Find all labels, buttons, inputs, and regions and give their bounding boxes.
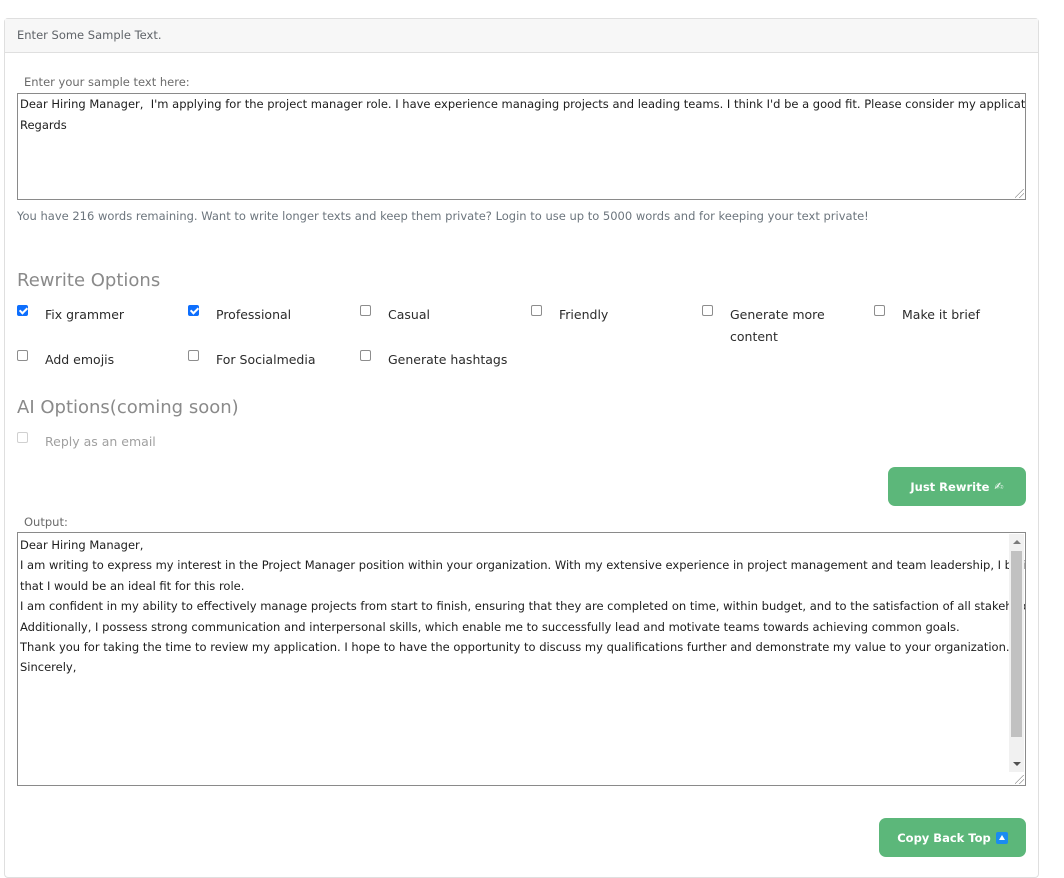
output-line: Additionally, I possess strong communica… [20,619,960,634]
checkbox-icon[interactable] [360,305,371,316]
option-label: Casual [388,307,430,322]
option-label: Friendly [559,307,609,322]
checkbox-icon[interactable] [188,350,199,361]
output-line: Sincerely, [20,660,77,675]
checkbox-disabled-icon [17,432,28,443]
option-add-emojis[interactable]: Add emojis [17,349,114,371]
copy-back-top-button[interactable]: Copy Back Top [879,818,1026,857]
option-for-socialmedia[interactable]: For Socialmedia [188,349,316,371]
checkbox-checked-icon[interactable] [17,305,28,316]
checkbox-checked-icon[interactable] [188,305,199,316]
checkbox-icon[interactable] [874,305,885,316]
output-scrollbar[interactable] [1009,534,1024,772]
checkbox-icon[interactable] [17,350,28,361]
option-make-it-brief[interactable]: Make it brief [874,304,980,326]
output-textarea[interactable]: Dear Hiring Manager, I am writing to exp… [17,532,1026,786]
words-remaining-text: You have 216 words remaining. Want to wr… [17,209,869,223]
option-professional[interactable]: Professional [188,304,291,326]
checkbox-icon[interactable] [360,350,371,361]
option-label: Professional [216,307,292,322]
option-label: For Socialmedia [216,352,316,367]
just-rewrite-button[interactable]: Just Rewrite ✍ [888,467,1026,506]
option-label: Generate hashtags [388,352,508,367]
scroll-thumb[interactable] [1011,551,1022,737]
input-line: Dear Hiring Manager, I'm applying for th… [20,97,1026,111]
input-label: Enter your sample text here: [24,75,190,89]
output-line: I am writing to express my interest in t… [20,558,1026,573]
output-line: Dear Hiring Manager, [20,538,144,552]
up-arrow-icon [995,831,1008,844]
option-fix-grammer[interactable]: Fix grammer [17,304,124,326]
checkbox-icon[interactable] [702,305,713,316]
output-line: that I would be an ideal fit for this ro… [20,578,245,593]
writing-hand-icon: ✍ [994,480,1004,493]
input-line: Regards [20,118,67,132]
option-generate-hashtags[interactable]: Generate hashtags [360,349,507,371]
resize-handle[interactable] [1015,189,1024,198]
rewrite-options-title: Rewrite Options [17,270,161,291]
sample-text-input[interactable]: Dear Hiring Manager, I'm applying for th… [17,93,1026,200]
output-label: Output: [24,515,68,529]
output-line: Thank you for taking the time to review … [20,640,1010,655]
option-reply-as-email: Reply as an email [17,431,156,453]
option-label: Reply as an email [45,434,156,449]
output-line: I am confident in my ability to effectiv… [20,599,1026,614]
option-label: Add emojis [45,352,115,367]
scroll-down-arrow-icon[interactable] [1013,762,1021,766]
card-header: Enter Some Sample Text. [5,19,1038,53]
option-generate-more-content[interactable]: Generate more content [702,304,842,348]
option-casual[interactable]: Casual [360,304,430,326]
button-label: Just Rewrite [910,479,990,494]
option-label: Fix grammer [45,307,125,322]
option-friendly[interactable]: Friendly [531,304,608,326]
scroll-up-arrow-icon[interactable] [1013,540,1021,544]
resize-handle[interactable] [1015,775,1024,784]
option-label: Make it brief [902,307,980,322]
ai-options-title: AI Options(coming soon) [17,397,239,418]
option-label: Generate more content [730,307,825,344]
checkbox-icon[interactable] [531,305,542,316]
button-label: Copy Back Top [897,830,991,845]
